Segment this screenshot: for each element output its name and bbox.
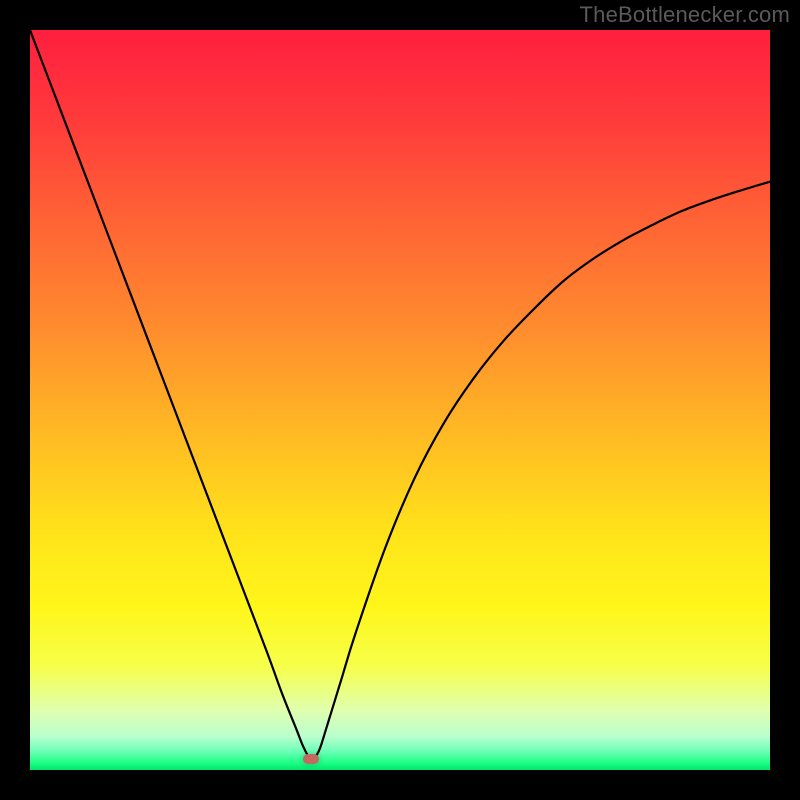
curve-layer	[30, 30, 770, 770]
bottleneck-curve	[30, 30, 770, 759]
chart-container: TheBottlenecker.com	[0, 0, 800, 800]
minimum-marker	[303, 754, 319, 764]
watermark-text: TheBottlenecker.com	[580, 2, 790, 28]
plot-area	[30, 30, 770, 770]
